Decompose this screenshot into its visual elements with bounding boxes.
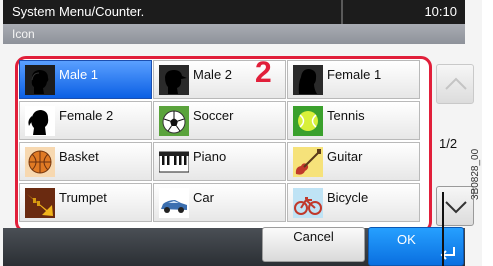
car-icon — [159, 188, 189, 218]
icon-option-male-1[interactable]: Male 1 — [19, 60, 152, 99]
icon-option-label: Female 1 — [327, 67, 382, 82]
icon-option-label: Female 2 — [59, 108, 114, 123]
icon-option-female-2[interactable]: Female 2 — [19, 101, 152, 140]
bicycle-icon — [293, 188, 323, 218]
icon-option-tennis[interactable]: Tennis — [287, 101, 420, 140]
icon-grid: Male 1 Male 2 Female 1 Female 2 Soccer T… — [15, 56, 432, 233]
icon-option-piano[interactable]: Piano — [153, 142, 286, 181]
icon-option-bicycle[interactable]: Bicycle — [287, 183, 420, 222]
male-cap-silhouette-icon — [159, 65, 189, 95]
icon-option-label: Tennis — [327, 108, 365, 123]
icon-option-label: Guitar — [327, 149, 363, 164]
icon-option-soccer[interactable]: Soccer — [153, 101, 286, 140]
icon-option-car[interactable]: Car — [153, 183, 286, 222]
soccer-ball-icon — [159, 106, 189, 136]
female-silhouette-icon — [293, 65, 323, 95]
icon-option-label: Trumpet — [59, 190, 107, 205]
icon-option-label: Soccer — [193, 108, 234, 123]
ok-button[interactable]: OK — [368, 227, 464, 266]
screen-title: System Menu/Counter. — [12, 4, 145, 19]
basketball-icon — [25, 147, 55, 177]
trumpet-icon — [25, 188, 55, 218]
female-ponytail-silhouette-icon — [25, 106, 55, 136]
male-silhouette-icon — [25, 65, 55, 95]
cancel-button[interactable]: Cancel — [262, 227, 365, 262]
icon-option-female-1[interactable]: Female 1 — [287, 60, 420, 99]
icon-option-label: Car — [193, 190, 214, 205]
icon-option-trumpet[interactable]: Trumpet — [19, 183, 152, 222]
icon-option-label: Male 2 — [193, 67, 233, 82]
icon-option-label: Basket — [59, 149, 99, 164]
title-divider — [341, 0, 343, 24]
icon-option-guitar[interactable]: Guitar — [287, 142, 420, 181]
icon-option-basket[interactable]: Basket — [19, 142, 152, 181]
ok-button-label: OK — [397, 232, 416, 247]
figure-code: 3B0828_00 — [470, 148, 481, 200]
tennis-ball-icon — [293, 106, 323, 136]
scroll-up-button[interactable] — [436, 64, 474, 104]
subtitle: Icon — [12, 27, 35, 41]
piano-icon — [159, 151, 189, 173]
screen-frame: System Menu/Counter. 10:10 Icon Male 1 M… — [0, 0, 482, 266]
subtitle-bar: Icon — [3, 24, 465, 44]
guitar-icon — [293, 147, 323, 177]
icon-option-label: Male 1 — [59, 67, 99, 82]
callout-line — [442, 192, 444, 266]
page-indicator: 1/2 — [439, 136, 458, 151]
callout-number: 2 — [255, 56, 272, 89]
clock: 10:10 — [424, 4, 457, 19]
title-bar: System Menu/Counter. 10:10 — [3, 0, 465, 24]
chevron-up-icon — [445, 77, 467, 90]
cancel-button-label: Cancel — [293, 229, 334, 244]
icon-option-label: Piano — [193, 149, 227, 164]
icon-option-label: Bicycle — [327, 190, 369, 205]
